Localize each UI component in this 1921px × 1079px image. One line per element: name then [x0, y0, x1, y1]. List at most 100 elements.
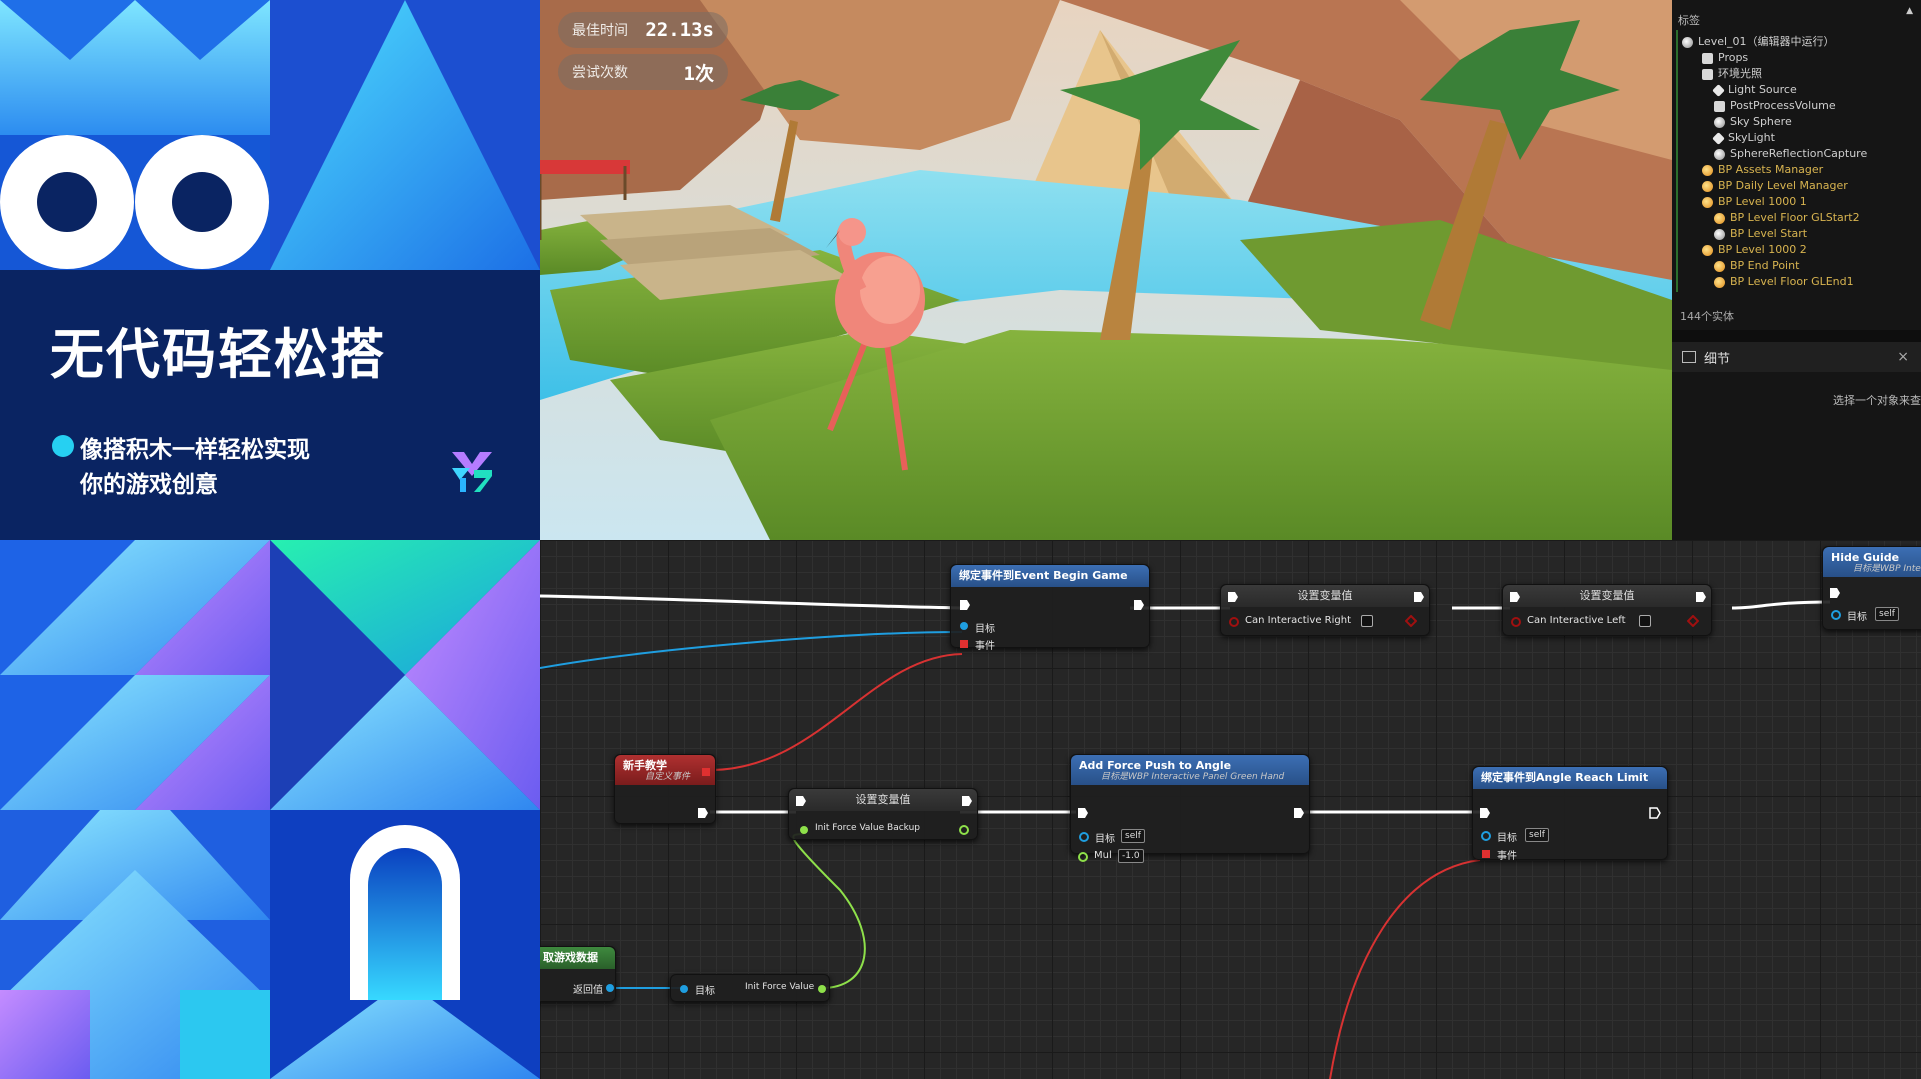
geometric-pattern [0, 540, 540, 1079]
self-field[interactable]: self [1525, 828, 1549, 842]
folder-icon [1702, 68, 1713, 80]
promo-panel: 无代码轻松搭 像搭积木一样轻松实现 你的游戏创意 [0, 0, 540, 540]
actor-count: 144个实体 [1680, 310, 1734, 323]
outliner-item-props[interactable]: Props [1702, 50, 1748, 66]
node-hide-guide[interactable]: Hide Guide 目标是WBP Inter 目标 self [1822, 546, 1921, 630]
bool-out-pin-icon[interactable] [1405, 615, 1417, 627]
outliner-item-lighting[interactable]: 环境光照 [1702, 66, 1762, 82]
delegate-pin-icon[interactable] [701, 767, 711, 777]
details-tab[interactable]: 细节 × [1672, 342, 1921, 372]
game-viewport[interactable]: 最佳时间 22.13s 尝试次数 1次 [540, 0, 1672, 540]
exec-out-pin-icon[interactable] [1695, 591, 1707, 603]
light-icon [1712, 83, 1725, 97]
outliner-item-end-point[interactable]: BP End Point [1714, 258, 1799, 274]
blueprint-icon [1714, 276, 1725, 288]
outliner-header: 标签 [1678, 14, 1700, 27]
node-title: 绑定事件到Angle Reach Limit [1473, 767, 1667, 789]
pin-label-return-value: 返回值 [573, 985, 603, 996]
node-get-init-force-value[interactable]: 目标 Init Force Value [670, 974, 830, 1002]
outliner-item-level-1000-1[interactable]: BP Level 1000 1 [1702, 194, 1807, 210]
self-field[interactable]: self [1121, 829, 1145, 843]
details-tab-label: 细节 [1704, 351, 1731, 367]
blueprint-icon [1702, 164, 1713, 176]
exec-out-pin-icon[interactable] [1293, 807, 1305, 819]
bool-out-pin-icon[interactable] [1687, 615, 1699, 627]
float-out-pin-icon[interactable] [817, 984, 827, 994]
exec-in-pin-icon[interactable] [1479, 807, 1491, 819]
delegate-pin-icon[interactable] [1481, 849, 1491, 859]
outliner-item-level-1000-2[interactable]: BP Level 1000 2 [1702, 242, 1807, 258]
level-icon [1682, 36, 1693, 48]
blueprint-icon [1702, 196, 1713, 208]
exec-out-pin-icon[interactable] [1133, 599, 1145, 611]
node-set-var-right[interactable]: 设置变量值 Can Interactive Right [1220, 584, 1430, 636]
outliner-item-skylight[interactable]: SkyLight [1712, 130, 1775, 146]
exec-out-pin-icon[interactable] [961, 795, 973, 807]
node-set-var-backup[interactable]: 设置变量值 Init Force Value Backup [788, 788, 978, 840]
node-custom-event[interactable]: 新手教学 自定义事件 [614, 754, 716, 824]
node-set-var-left[interactable]: 设置变量值 Can Interactive Left [1502, 584, 1712, 636]
brand-logo-icon [452, 452, 492, 492]
blueprint-graph[interactable]: 绑定事件到Event Begin Game 目标 事件 设置变量值 Can In… [540, 540, 1921, 1079]
delegate-pin-icon[interactable] [959, 639, 969, 649]
skylight-icon [1712, 131, 1725, 145]
blueprint-icon [1714, 212, 1725, 224]
node-subtitle: 目标是WBP Interactive Panel Green Hand [1101, 772, 1285, 782]
best-time-label: 最佳时间 [572, 23, 628, 39]
pin-label-init-force-value: Init Force Value [745, 982, 815, 992]
blueprint-icon [1702, 244, 1713, 256]
exec-in-pin-icon[interactable] [1829, 587, 1841, 599]
exec-in-pin-icon[interactable] [1077, 807, 1089, 819]
attempts-label: 尝试次数 [572, 65, 628, 81]
outliner-item-daily-level-manager[interactable]: BP Daily Level Manager [1702, 178, 1848, 194]
outliner-item-floor-glend1[interactable]: BP Level Floor GLEnd1 [1714, 274, 1854, 290]
node-subtitle: 目标是WBP Inter [1853, 564, 1921, 574]
actor-icon [1714, 228, 1725, 240]
node-title: 设置变量值 [1221, 585, 1429, 607]
volume-icon [1714, 100, 1725, 112]
exec-in-pin-icon[interactable] [959, 599, 971, 611]
float-pin-icon[interactable] [1078, 852, 1088, 862]
bool-checkbox[interactable] [1639, 615, 1651, 627]
exec-in-pin-icon[interactable] [1509, 591, 1521, 603]
promo-subtitle-line2: 你的游戏创意 [80, 472, 218, 498]
bool-pin-icon[interactable] [1511, 617, 1521, 627]
node-bind-angle-reach-limit[interactable]: 绑定事件到Angle Reach Limit 目标 self 事件 [1472, 766, 1668, 862]
outliner-item-level[interactable]: Level_01（编辑器中运行） [1682, 34, 1835, 50]
object-pin-icon[interactable] [959, 621, 969, 631]
capture-icon [1714, 148, 1725, 160]
exec-in-pin-icon[interactable] [795, 795, 807, 807]
collapse-arrow-icon[interactable]: ▲ [1906, 6, 1913, 16]
close-icon[interactable]: × [1897, 349, 1909, 365]
bool-checkbox[interactable] [1361, 615, 1373, 627]
object-out-pin-icon[interactable] [605, 983, 615, 993]
object-pin-icon[interactable] [1079, 832, 1089, 842]
outliner-item-assets-manager[interactable]: BP Assets Manager [1702, 162, 1823, 178]
outliner-item-light-source[interactable]: Light Source [1712, 82, 1797, 98]
float-pin-icon[interactable] [799, 825, 809, 835]
node-get-game-data[interactable]: 取游戏数据 返回值 [540, 946, 616, 1002]
pin-label-can-interactive-left: Can Interactive Left [1527, 615, 1626, 626]
outliner-item-sky-sphere[interactable]: Sky Sphere [1714, 114, 1792, 130]
blueprint-icon [1702, 180, 1713, 192]
bool-pin-icon[interactable] [1229, 617, 1239, 627]
object-pin-icon[interactable] [679, 984, 689, 994]
node-bind-event-begin-game[interactable]: 绑定事件到Event Begin Game 目标 事件 [950, 564, 1150, 652]
mul-value-field[interactable]: -1.0 [1118, 849, 1144, 863]
self-field[interactable]: self [1875, 607, 1899, 621]
outliner-item-floor-glstart2[interactable]: BP Level Floor GLStart2 [1714, 210, 1860, 226]
float-out-pin-icon[interactable] [959, 825, 969, 835]
exec-out-pin-icon[interactable] [697, 807, 709, 819]
outliner-item-level-start[interactable]: BP Level Start [1714, 226, 1807, 242]
object-pin-icon[interactable] [1831, 610, 1841, 620]
outliner-item-reflection[interactable]: SphereReflectionCapture [1714, 146, 1867, 162]
world-outliner: 标签 ▲ Level_01（编辑器中运行） Props 环境光照 Light S… [1672, 0, 1921, 540]
node-add-force-push[interactable]: Add Force Push to Angle 目标是WBP Interacti… [1070, 754, 1310, 854]
object-pin-icon[interactable] [1481, 831, 1491, 841]
bullet-dot [52, 435, 74, 457]
outliner-item-postprocess[interactable]: PostProcessVolume [1714, 98, 1836, 114]
exec-in-pin-icon[interactable] [1227, 591, 1239, 603]
exec-out-pin-icon[interactable] [1649, 807, 1661, 819]
pin-label-target: 目标 [1095, 834, 1115, 845]
exec-out-pin-icon[interactable] [1413, 591, 1425, 603]
